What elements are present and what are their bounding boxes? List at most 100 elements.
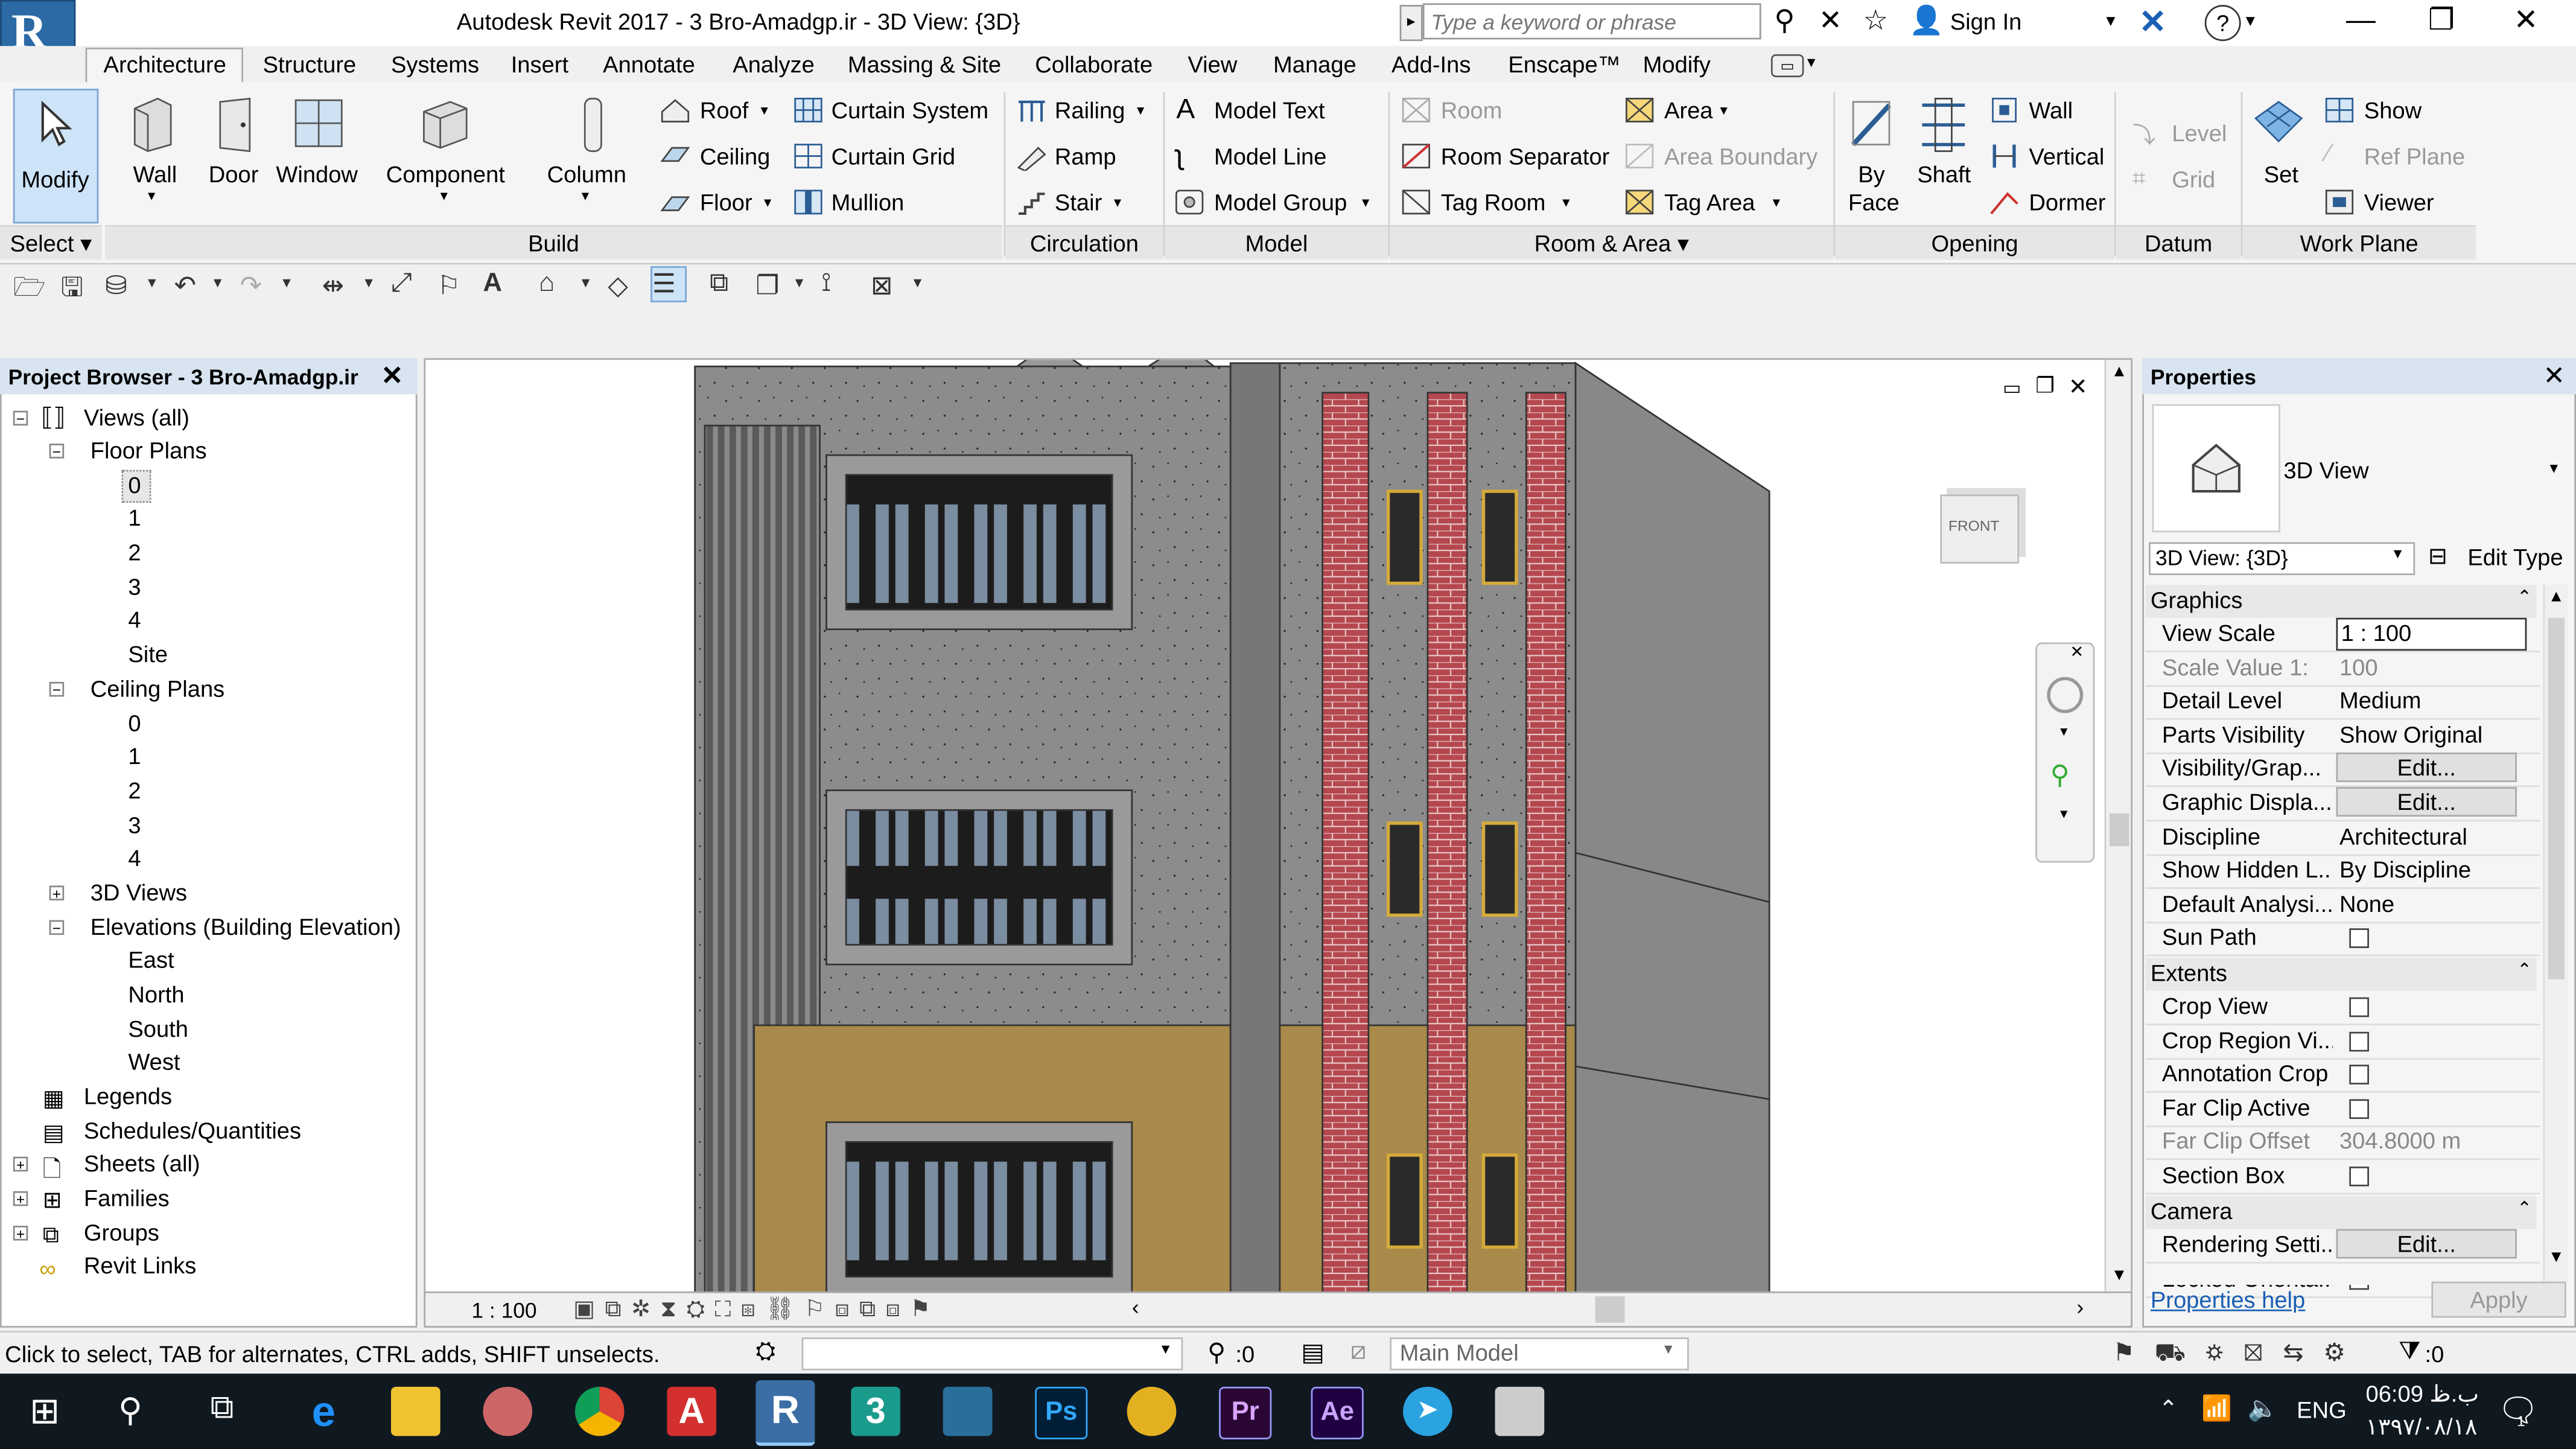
view-control-icons[interactable]: ▣⧉✲⧗⛭⛶⧆⛓⚐⧈⧉⧈⚑ (573, 1295, 940, 1322)
tree-sheets[interactable]: Sheets (all) (84, 1150, 200, 1177)
roof-button[interactable]: Roof (700, 97, 749, 124)
tab-add-ins[interactable]: Add-Ins (1391, 51, 1471, 77)
show-button[interactable]: Show (2364, 97, 2422, 124)
task-view-icon[interactable]: ⧉ (210, 1390, 234, 1428)
text-icon[interactable]: A (483, 270, 501, 299)
grid-button[interactable]: Grid (2172, 166, 2215, 193)
design-options-icon[interactable]: ▤ (1301, 1337, 1325, 1367)
property-value[interactable]: Medium (2336, 687, 2524, 714)
chevron-down-icon[interactable]: ▾ (1137, 102, 1144, 120)
tree-floor-plan-item[interactable]: Site (128, 641, 168, 667)
tab-insert[interactable]: Insert (511, 51, 568, 77)
selection-options-icons[interactable]: ⚑⛟⛭⛝⇆⚙ (2113, 1337, 2365, 1370)
property-row[interactable]: Visibility/Grap... Edit... (2145, 753, 2540, 788)
property-row[interactable]: View Scale 1 : 100 (2145, 617, 2540, 652)
acrobat-icon[interactable]: A (667, 1386, 717, 1436)
exclude-options-icon[interactable]: ⧄ (1350, 1337, 1366, 1365)
property-row[interactable]: Discipline Architectural (2145, 821, 2540, 856)
search-expand-arrow-icon[interactable]: ▸ (1399, 5, 1423, 42)
checkbox[interactable] (2349, 1098, 2369, 1119)
chevron-down-icon[interactable]: ▾ (1562, 194, 1569, 212)
help-icon[interactable]: ? (2204, 5, 2241, 42)
scroll-up-icon[interactable]: ▲ (2111, 363, 2128, 381)
mullion-button[interactable]: Mullion (832, 189, 905, 215)
property-value[interactable]: 1 : 100 (2336, 617, 2527, 651)
apply-button[interactable]: Apply (2431, 1281, 2566, 1318)
tree-views-all[interactable]: Views (all) (84, 404, 189, 431)
photoshop-icon[interactable]: Ps (1035, 1386, 1088, 1439)
property-row[interactable]: Section Box (2145, 1160, 2540, 1195)
room-button[interactable]: Room (1441, 97, 1503, 124)
restore-icon[interactable]: ❐ (2428, 3, 2455, 37)
tree-elevation-item[interactable]: West (128, 1048, 180, 1075)
favorites-star-icon[interactable]: ☆ (1863, 5, 1888, 37)
chevron-down-icon[interactable]: ▾ (582, 275, 590, 293)
undo-icon[interactable]: ↶ (174, 270, 196, 302)
select-panel-dropdown[interactable]: Select ▾ (0, 225, 102, 260)
chevron-down-icon[interactable]: ▾ (148, 275, 156, 293)
tree-elevation-item[interactable]: North (128, 981, 184, 1007)
chevron-down-icon[interactable]: ▾ (2549, 460, 2558, 478)
view-cube[interactable]: FRONT (1940, 494, 2020, 564)
property-row[interactable]: Crop View (2145, 991, 2540, 1025)
3dsmax-icon[interactable]: 3 (851, 1386, 900, 1436)
chevron-down-icon[interactable]: ▾ (764, 194, 771, 212)
tree-schedules[interactable]: Schedules/Quantities (84, 1117, 301, 1144)
area-boundary-button[interactable]: Area Boundary (1664, 143, 1818, 170)
app-icon[interactable] (1495, 1386, 1545, 1436)
default-3d-view-icon[interactable]: ⌂ (539, 270, 555, 299)
scrollbar-thumb[interactable] (2548, 617, 2565, 979)
tree-elevations[interactable]: Elevations (Building Elevation) (91, 914, 401, 940)
tree-floor-plan-item[interactable]: 2 (128, 539, 141, 565)
tree-floor-plan-item[interactable]: 1 (128, 505, 141, 531)
zoom-icon[interactable]: ⚲ (2050, 759, 2070, 792)
revit-taskbar-icon[interactable]: R (755, 1380, 815, 1446)
tree-3d-views[interactable]: 3D Views (91, 879, 187, 906)
sketchup-icon[interactable] (943, 1386, 993, 1436)
view-scale[interactable]: 1 : 100 (471, 1298, 536, 1323)
file-explorer-icon[interactable] (390, 1386, 440, 1436)
property-row[interactable]: Parts Visibility Show Original (2145, 719, 2540, 754)
tab-view[interactable]: View (1188, 51, 1237, 77)
chevron-down-icon[interactable]: ▾ (148, 187, 155, 205)
door-button[interactable]: Door (209, 161, 259, 188)
scrollbar-thumb[interactable] (2109, 813, 2129, 847)
collapse-icon[interactable]: − (49, 920, 65, 936)
property-value[interactable]: Show Original (2336, 721, 2524, 748)
chevron-down-icon[interactable]: ▾ (795, 275, 804, 293)
collapse-group-icon[interactable]: ⌃ (2517, 587, 2532, 608)
tree-groups[interactable]: Groups (84, 1219, 159, 1246)
chevron-down-icon[interactable]: ▾ (914, 275, 922, 293)
stair-button[interactable]: Stair (1055, 189, 1102, 215)
close-icon[interactable]: ✕ (2543, 360, 2565, 392)
vertical-opening-button[interactable]: Vertical (2029, 143, 2104, 170)
scroll-up-icon[interactable]: ▲ (2548, 588, 2565, 607)
property-row[interactable]: Show Hidden L... By Discipline (2145, 855, 2540, 890)
modify-button[interactable]: Modify (13, 89, 99, 224)
edit-button[interactable]: Edit... (2336, 787, 2517, 817)
tree-elevation-item[interactable]: East (128, 946, 174, 973)
clock-time[interactable]: 06:09 ب.ظ (2366, 1380, 2479, 1408)
collapse-icon[interactable]: − (49, 681, 65, 698)
chevron-down-icon[interactable]: ▾ (282, 275, 291, 293)
tab-collaborate[interactable]: Collaborate (1035, 51, 1153, 77)
tab-massing-site[interactable]: Massing & Site (848, 51, 1001, 77)
tree-revit-links[interactable]: Revit Links (84, 1252, 196, 1279)
checkbox[interactable] (2349, 1031, 2369, 1051)
shaft-button[interactable]: Shaft (1917, 161, 1971, 188)
dormer-button[interactable]: Dormer (2029, 189, 2105, 215)
property-row[interactable]: Sun Path (2145, 922, 2540, 957)
property-value[interactable]: 100 (2336, 653, 2524, 680)
model-line-button[interactable]: Model Line (1214, 143, 1326, 170)
by-face-label-by[interactable]: By (1858, 161, 1884, 188)
property-row[interactable]: Detail Level Medium (2145, 686, 2540, 721)
edge-browser-icon[interactable]: e (299, 1387, 349, 1436)
3d-viewport[interactable]: ▭ ❐ ✕ FRONT ✕ ▾ ⚲ ▾ ▲ ▼ (424, 358, 2132, 1328)
curtain-grid-button[interactable]: Curtain Grid (832, 143, 955, 170)
wall-opening-button[interactable]: Wall (2029, 97, 2073, 124)
collapse-icon[interactable]: − (13, 410, 28, 427)
property-value[interactable]: Architectural (2336, 823, 2524, 849)
chevron-down-icon[interactable]: ▾ (440, 187, 448, 205)
chevron-down-icon[interactable]: ▾ (2106, 10, 2115, 31)
network-icon[interactable]: 📶 (2201, 1393, 2232, 1422)
